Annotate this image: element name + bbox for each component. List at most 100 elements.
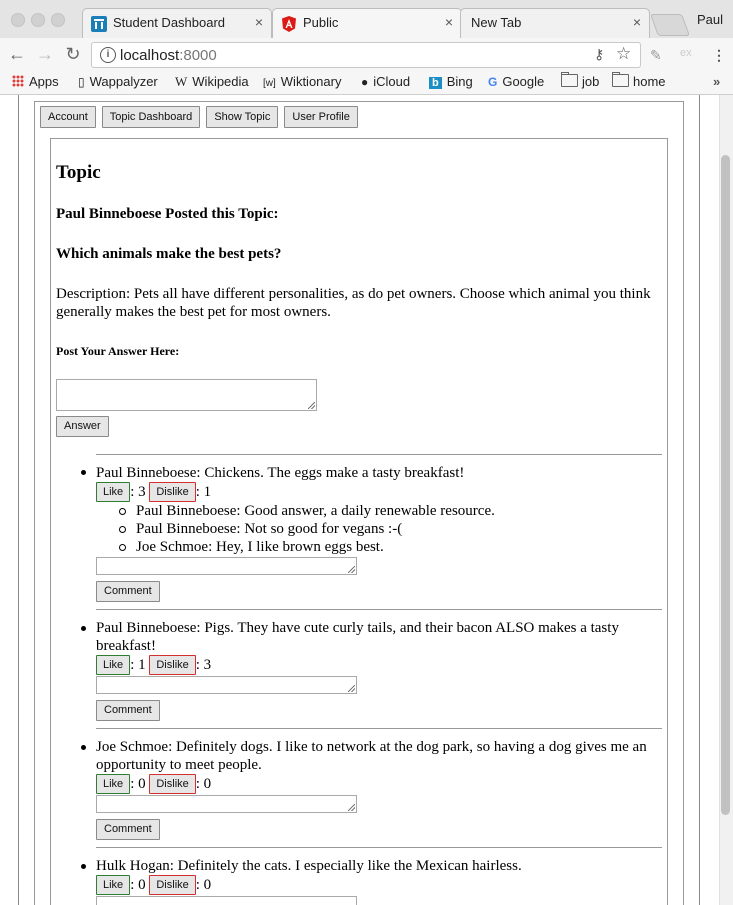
- folder-icon: [561, 72, 578, 87]
- comment-item: Joe Schmoe: Hey, I like brown eggs best.: [119, 538, 495, 556]
- bookmarks-overflow-icon[interactable]: »: [713, 74, 720, 89]
- account-button[interactable]: Account: [40, 106, 96, 128]
- resize-grip-icon[interactable]: [308, 402, 315, 409]
- post-answer-heading: Post Your Answer Here:: [56, 344, 180, 358]
- bookmark-wappalyzer[interactable]: ▯ Wappalyzer: [78, 74, 158, 89]
- back-arrow-icon[interactable]: ←: [6, 44, 28, 65]
- dislike-count: : 3: [195, 656, 212, 673]
- like-button[interactable]: Like: [96, 774, 131, 794]
- vote-row: Like: 0 Dislike: 0: [96, 774, 211, 794]
- show-topic-button[interactable]: Show Topic: [206, 106, 279, 128]
- like-count: : 1: [130, 656, 150, 673]
- list-bullet: [81, 864, 86, 869]
- reload-icon[interactable]: ↻: [62, 44, 84, 65]
- topic-dashboard-button[interactable]: Topic Dashboard: [101, 106, 201, 128]
- list-bullet: [81, 626, 86, 631]
- tab-close-icon[interactable]: ×: [255, 14, 263, 30]
- comment-button[interactable]: Comment: [96, 700, 160, 721]
- bookmark-wikipedia[interactable]: W Wikipedia: [175, 74, 249, 90]
- bookmark-folder-job[interactable]: job: [561, 72, 599, 89]
- tab-close-icon[interactable]: ×: [633, 14, 641, 30]
- comment-button[interactable]: Comment: [96, 581, 160, 602]
- bookmark-label: Google: [502, 74, 545, 89]
- resize-grip-icon[interactable]: [348, 685, 355, 692]
- list-bullet: [81, 470, 86, 475]
- eyedropper-extension-icon[interactable]: ✎: [650, 47, 662, 64]
- like-count: : 3: [130, 483, 150, 500]
- dislike-button[interactable]: Dislike: [149, 774, 196, 794]
- menu-dots-icon[interactable]: ⋮: [712, 47, 726, 64]
- bookmark-icloud[interactable]: ● iCloud: [361, 74, 410, 89]
- comment-textarea[interactable]: [96, 557, 357, 575]
- url-port: :8000: [179, 47, 217, 64]
- tab-public[interactable]: Public ×: [272, 8, 462, 38]
- answer-divider: [96, 728, 662, 729]
- vote-row: Like: 0 Dislike: 0: [96, 875, 211, 895]
- browser-toolbar: ← → ↻ i localhost:8000 ⚷ ☆ ✎ ex ⋮: [0, 38, 733, 72]
- scrollbar-thumb[interactable]: [721, 155, 730, 815]
- tab-title: Student Dashboard: [113, 15, 226, 30]
- topic-question: Which animals make the best pets?: [56, 246, 282, 262]
- tab-new-tab[interactable]: New Tab ×: [460, 8, 650, 38]
- like-button[interactable]: Like: [96, 482, 131, 502]
- forward-arrow-icon[interactable]: →: [34, 44, 56, 65]
- app-nav: Account Topic Dashboard Show Topic User …: [40, 106, 358, 128]
- comment-item: Paul Binneboese: Good answer, a daily re…: [119, 503, 495, 519]
- dislike-count: : 0: [195, 775, 212, 792]
- tab-title: New Tab: [471, 15, 522, 30]
- like-count: : 0: [130, 876, 150, 893]
- dislike-button[interactable]: Dislike: [149, 482, 196, 502]
- dislike-button[interactable]: Dislike: [149, 655, 196, 675]
- bookmark-folder-home[interactable]: home: [612, 72, 666, 89]
- dashboard-favicon-icon: [91, 16, 107, 32]
- tab-strip: Student Dashboard × Public × New Tab × P…: [0, 0, 733, 38]
- bookmark-google[interactable]: G Google: [488, 74, 544, 89]
- comment-textarea[interactable]: [96, 795, 357, 813]
- comment-textarea[interactable]: [96, 676, 357, 694]
- profile-name[interactable]: Paul: [697, 12, 723, 27]
- site-info-icon[interactable]: i: [100, 47, 116, 63]
- tab-close-icon[interactable]: ×: [445, 14, 453, 30]
- vote-row: Like: 3 Dislike: 1: [96, 482, 211, 502]
- dislike-count: : 1: [195, 483, 212, 500]
- address-bar[interactable]: i localhost:8000 ⚷ ☆: [91, 42, 641, 68]
- answer-button[interactable]: Answer: [56, 416, 109, 437]
- answer-text: Paul Binneboese: Pigs. They have cute cu…: [96, 620, 619, 654]
- answer-text: Paul Binneboese: Chickens. The eggs make…: [96, 465, 465, 481]
- key-icon[interactable]: ⚷: [594, 46, 604, 63]
- comment-item: Paul Binneboese: Not so good for vegans …: [119, 520, 495, 538]
- window-zoom-control[interactable]: [51, 13, 65, 27]
- layout-border-right: [699, 95, 700, 905]
- bing-icon: b: [429, 77, 442, 89]
- bookmark-label: Wiktionary: [280, 74, 342, 89]
- window-close-control[interactable]: [11, 13, 25, 27]
- extension-icon[interactable]: ex: [680, 47, 692, 59]
- user-profile-button[interactable]: User Profile: [284, 106, 358, 128]
- bookmark-apps[interactable]: Apps: [12, 74, 59, 89]
- comment-textarea[interactable]: [96, 896, 357, 905]
- like-button[interactable]: Like: [96, 655, 131, 675]
- wiktionary-icon: [w]: [263, 78, 276, 89]
- resize-grip-icon[interactable]: [348, 566, 355, 573]
- comment-list: Paul Binneboese: Good answer, a daily re…: [119, 502, 495, 556]
- like-count: : 0: [130, 775, 150, 792]
- bookmark-bing[interactable]: b Bing: [429, 74, 473, 89]
- bookmark-wiktionary[interactable]: [w] Wiktionary: [263, 74, 341, 89]
- google-icon: G: [488, 75, 498, 89]
- answer-divider: [96, 454, 662, 455]
- answer-divider: [96, 609, 662, 610]
- new-tab-button[interactable]: [649, 14, 691, 36]
- topic-description: Description: Pets all have different per…: [56, 286, 651, 320]
- bookmark-star-icon[interactable]: ☆: [616, 44, 631, 64]
- bookmark-label: Bing: [446, 74, 473, 89]
- resize-grip-icon[interactable]: [348, 804, 355, 811]
- bookmark-label: home: [633, 74, 666, 89]
- window-minimize-control[interactable]: [31, 13, 45, 27]
- tab-title: Public: [303, 15, 339, 30]
- answer-textarea[interactable]: [56, 379, 317, 411]
- answer-text: Joe Schmoe: Definitely dogs. I like to n…: [96, 739, 647, 773]
- dislike-button[interactable]: Dislike: [149, 875, 196, 895]
- like-button[interactable]: Like: [96, 875, 131, 895]
- tab-student-dashboard[interactable]: Student Dashboard ×: [82, 8, 272, 38]
- comment-button[interactable]: Comment: [96, 819, 160, 840]
